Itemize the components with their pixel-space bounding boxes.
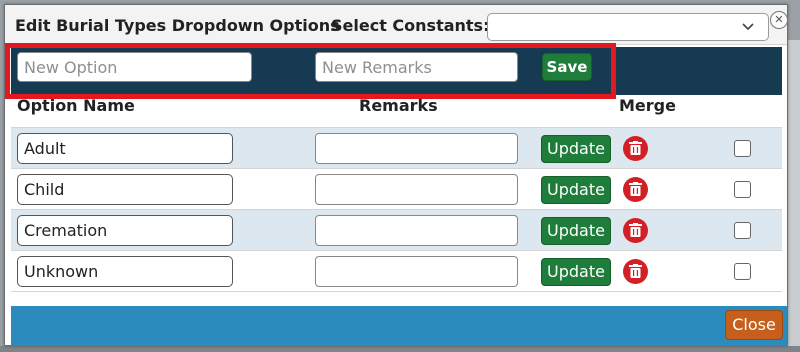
new-remarks-input[interactable] <box>315 52 518 82</box>
select-constants-label: Select Constants: <box>331 16 490 35</box>
update-button[interactable]: Update <box>541 258 611 286</box>
table-row: Update <box>11 128 782 169</box>
remarks-input[interactable] <box>315 215 518 246</box>
trash-icon[interactable] <box>623 259 648 284</box>
chevron-down-icon <box>742 20 754 32</box>
select-constants-dropdown[interactable] <box>487 13 769 41</box>
column-header-merge: Merge <box>619 96 676 115</box>
trash-icon[interactable] <box>623 218 648 243</box>
merge-checkbox[interactable] <box>734 181 751 198</box>
trash-icon[interactable] <box>623 177 648 202</box>
update-button[interactable]: Update <box>541 176 611 204</box>
background-panel-strip <box>786 40 800 352</box>
new-option-input[interactable] <box>17 52 252 82</box>
remarks-input[interactable] <box>315 133 518 164</box>
merge-checkbox[interactable] <box>734 140 751 157</box>
options-table: Update Update Update <box>11 127 782 292</box>
background-bottom-strip <box>0 346 800 352</box>
dialog-titlebar: Edit Burial Types Dropdown Options Selec… <box>5 5 788 45</box>
save-button[interactable]: Save <box>542 53 592 81</box>
update-button[interactable]: Update <box>541 135 611 163</box>
merge-checkbox[interactable] <box>734 263 751 280</box>
dialog-footer <box>11 306 787 346</box>
trash-icon[interactable] <box>623 136 648 161</box>
update-button[interactable]: Update <box>541 217 611 245</box>
table-row: Update <box>11 251 782 292</box>
option-name-input[interactable] <box>17 215 233 246</box>
option-name-input[interactable] <box>17 133 233 164</box>
close-icon[interactable]: ✕ <box>770 11 788 29</box>
table-row: Update <box>11 210 782 251</box>
column-header-remarks: Remarks <box>359 96 438 115</box>
edit-options-dialog: Edit Burial Types Dropdown Options Selec… <box>4 4 788 346</box>
dialog-title: Edit Burial Types Dropdown Options <box>15 16 340 35</box>
remarks-input[interactable] <box>315 174 518 205</box>
column-header-option-name: Option Name <box>17 96 135 115</box>
option-name-input[interactable] <box>17 174 233 205</box>
merge-checkbox[interactable] <box>734 222 751 239</box>
remarks-input[interactable] <box>315 256 518 287</box>
option-name-input[interactable] <box>17 256 233 287</box>
close-button[interactable]: Close <box>725 310 783 340</box>
table-row: Update <box>11 169 782 210</box>
